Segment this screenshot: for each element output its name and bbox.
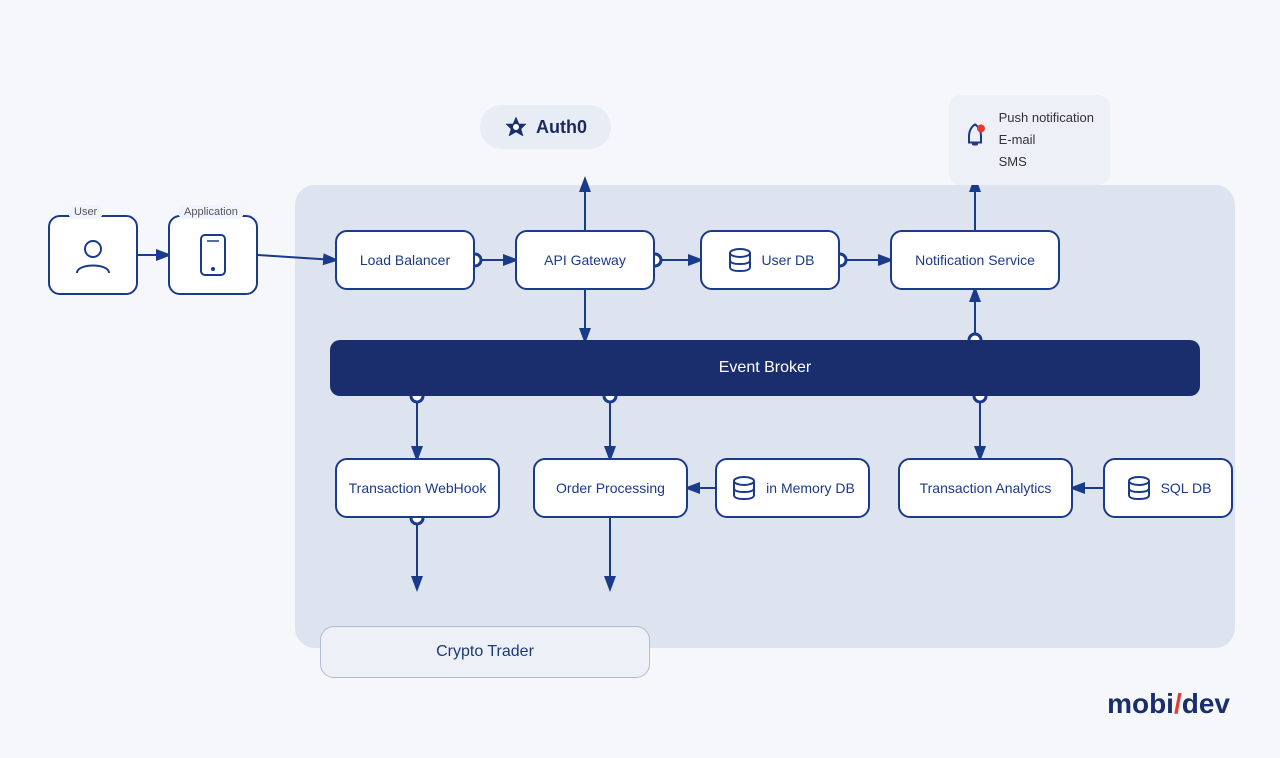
user-db-node: User DB bbox=[700, 230, 840, 290]
memory-db-icon bbox=[730, 474, 758, 502]
transaction-webhook-node: Transaction WebHook bbox=[335, 458, 500, 518]
order-processing-node: Order Processing bbox=[533, 458, 688, 518]
notif-push: Push notification bbox=[999, 107, 1094, 129]
auth0-label: Auth0 bbox=[536, 117, 587, 138]
notification-info-box: Push notification E-mail SMS bbox=[949, 95, 1110, 185]
auth0-icon bbox=[504, 115, 528, 139]
notif-sms: SMS bbox=[999, 151, 1094, 173]
mobile-icon bbox=[197, 233, 229, 277]
notif-email: E-mail bbox=[999, 129, 1094, 151]
notification-service-node: Notification Service bbox=[890, 230, 1060, 290]
mobidev-logo: mobi/dev bbox=[1107, 688, 1230, 720]
application-label: Application bbox=[178, 205, 244, 219]
sql-db-icon bbox=[1125, 474, 1153, 502]
auth0-box: Auth0 bbox=[480, 105, 611, 149]
user-icon bbox=[73, 235, 113, 275]
diagram-container: Auth0 Push notification E-mail SMS User … bbox=[20, 20, 1260, 738]
api-gateway-node: API Gateway bbox=[515, 230, 655, 290]
user-label: User bbox=[68, 205, 103, 219]
load-balancer-node: Load Balancer bbox=[335, 230, 475, 290]
event-broker-node: Event Broker bbox=[330, 340, 1200, 396]
application-node bbox=[168, 215, 258, 295]
in-memory-db-node: in Memory DB bbox=[715, 458, 870, 518]
crypto-trader-node: Crypto Trader bbox=[320, 626, 650, 678]
user-node bbox=[48, 215, 138, 295]
sql-db-node: SQL DB bbox=[1103, 458, 1233, 518]
bell-icon bbox=[959, 121, 991, 160]
db-icon bbox=[726, 246, 754, 274]
transaction-analytics-node: Transaction Analytics bbox=[898, 458, 1073, 518]
